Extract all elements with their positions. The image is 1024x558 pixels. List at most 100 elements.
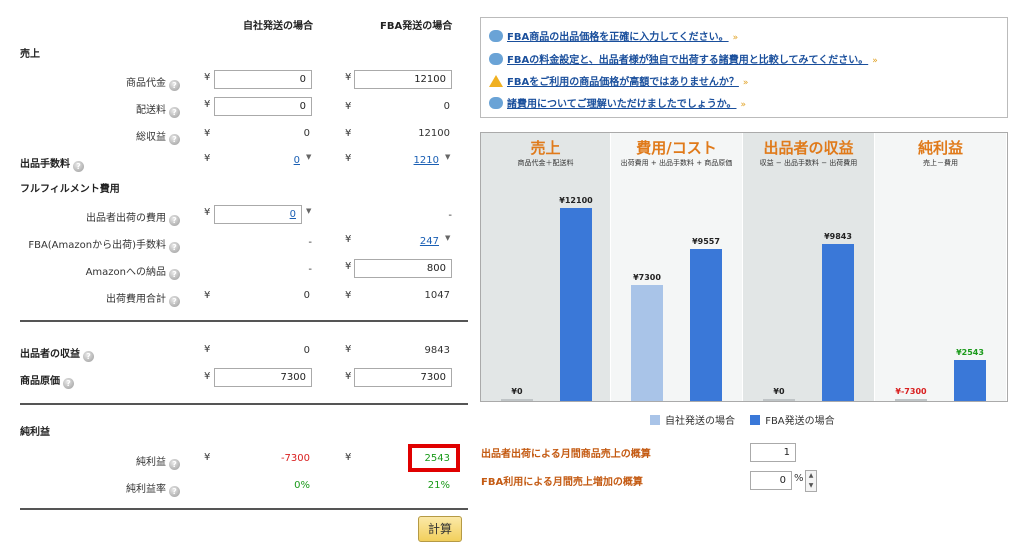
legend-self: 自社発送の場合 — [665, 416, 735, 427]
label-product-price: 商品代金? — [0, 74, 180, 91]
dropdown-arrow-icon[interactable]: ▼ — [306, 153, 311, 161]
stepper-down-icon[interactable]: ▼ — [806, 481, 816, 491]
net-profit-self-value: -7300 — [280, 453, 310, 464]
seller-shipping-cost-self-input[interactable]: 0 — [214, 205, 302, 224]
yen-sign: ¥ — [345, 234, 352, 245]
chevron-down-icon[interactable]: » — [743, 78, 749, 88]
divider — [20, 508, 468, 510]
label-fba-fee: FBA(Amazonから出荷)手数料? — [0, 236, 180, 253]
amazon-delivery-fba-input[interactable] — [354, 259, 452, 278]
help-icon[interactable]: ? — [83, 351, 94, 362]
dropdown-arrow-icon[interactable]: ▼ — [306, 207, 311, 215]
header-self: 自社発送の場合 — [243, 21, 313, 32]
shipping-fee-self-input[interactable] — [214, 97, 312, 116]
chart-panel-subtitle: 収益 − 出品手数料 − 出荷費用 — [759, 159, 858, 167]
help-icon[interactable]: ? — [169, 296, 180, 307]
net-margin-self-value: 0% — [294, 480, 310, 491]
yen-sign: ¥ — [204, 290, 211, 301]
fba-fee-self-value: - — [308, 237, 312, 248]
fba-fee-fba-link[interactable]: 247 — [380, 236, 439, 247]
chart-panel-subtitle: 出荷費用 + 出品手数料 + 商品原価 — [620, 159, 733, 167]
legend-swatch-fba — [750, 415, 761, 425]
chart-panel: 出品者の収益収益 − 出品手数料 − 出荷費用 ¥0 ¥9843 — [743, 133, 875, 401]
yen-sign: ¥ — [204, 99, 211, 110]
yen-sign: ¥ — [204, 153, 211, 164]
yen-sign: ¥ — [345, 290, 352, 301]
selling-fee-fba-link[interactable]: 1210 — [380, 155, 439, 166]
product-price-fba-input[interactable] — [354, 70, 452, 89]
help-icon[interactable]: ? — [73, 161, 84, 172]
tip-item[interactable]: 諸費用についてご理解いただけましたでしょうか。» — [489, 95, 746, 110]
shipping-total-fba-value: 1047 — [424, 290, 450, 301]
chart-bar-label: ¥0 — [773, 387, 785, 396]
speech-bubble-icon — [489, 53, 503, 65]
total-revenue-self-value: 0 — [303, 128, 310, 139]
chart-bar-fba — [954, 360, 986, 401]
dropdown-arrow-icon[interactable]: ▼ — [445, 153, 450, 161]
chevron-down-icon[interactable]: » — [733, 33, 739, 43]
tip-item[interactable]: FBAをご利用の商品価格が高額ではありませんか？» — [489, 73, 748, 88]
chart-bar-label: ¥7300 — [633, 272, 661, 282]
fba-increase-label: FBA利用による月間売上増加の概算 — [481, 477, 643, 488]
divider — [20, 320, 468, 322]
chevron-down-icon[interactable]: » — [872, 56, 878, 66]
chart-bar-label: ¥0 — [511, 387, 523, 396]
help-icon[interactable]: ? — [169, 107, 180, 118]
calculate-button[interactable]: 計算 — [418, 516, 462, 542]
percent-stepper[interactable]: ▲ ▼ — [805, 470, 817, 492]
speech-bubble-icon — [489, 30, 503, 42]
help-icon[interactable]: ? — [169, 80, 180, 91]
yen-sign: ¥ — [345, 371, 352, 382]
label-shipping-fee: 配送料? — [0, 101, 180, 118]
help-icon[interactable]: ? — [169, 134, 180, 145]
tip-item[interactable]: FBA商品の出品価格を正確に入力してください。» — [489, 28, 738, 43]
percent-sign: % — [794, 473, 804, 484]
help-icon[interactable]: ? — [169, 269, 180, 280]
chart-panel-subtitle: 商品代金＋配送料 — [517, 159, 574, 167]
chevron-down-icon[interactable]: » — [741, 100, 747, 110]
help-icon[interactable]: ? — [169, 486, 180, 497]
chart-bar-self — [501, 399, 533, 401]
product-price-self-input[interactable] — [214, 70, 312, 89]
monthly-sales-input[interactable] — [750, 443, 796, 462]
cost-of-goods-fba-input[interactable] — [354, 368, 452, 387]
label-selling-fee: 出品手数料? — [20, 155, 84, 172]
stepper-up-icon[interactable]: ▲ — [806, 471, 816, 481]
dropdown-arrow-icon[interactable]: ▼ — [445, 234, 450, 242]
chart-bar-self — [631, 284, 663, 401]
section-profit: 純利益 — [20, 427, 50, 438]
fba-increase-input[interactable] — [750, 471, 792, 490]
chart-legend: 自社発送の場合 FBA発送の場合 — [650, 412, 835, 427]
chart-panel: 費用/コスト出荷費用 + 出品手数料 + 商品原価 ¥7300 ¥9557 — [611, 133, 743, 401]
yen-sign: ¥ — [204, 128, 211, 139]
seller-proceeds-fba-value: 9843 — [424, 345, 450, 356]
tip-item[interactable]: FBAの料金設定と、出品者様が独自で出荷する諸費用と比較してみてください。» — [489, 51, 878, 66]
help-icon[interactable]: ? — [63, 378, 74, 389]
shipping-total-self-value: 0 — [303, 290, 310, 301]
yen-sign: ¥ — [345, 344, 352, 355]
chart-panel-title: 純利益 — [917, 139, 963, 157]
chart-bar-self — [895, 399, 927, 401]
warning-icon — [489, 75, 503, 87]
help-icon[interactable]: ? — [169, 459, 180, 470]
chart-bar-label: ¥2543 — [956, 348, 984, 358]
chart-bar-label: ¥9843 — [824, 232, 852, 241]
label-total-revenue: 総収益? — [0, 128, 180, 145]
seller-proceeds-self-value: 0 — [303, 345, 310, 356]
chart-panel-title: 売上 — [530, 139, 561, 157]
help-icon[interactable]: ? — [169, 242, 180, 253]
chart-panel-title: 出品者の収益 — [763, 139, 854, 157]
divider — [20, 403, 468, 405]
label-net-profit: 純利益? — [0, 453, 180, 470]
label-seller-proceeds: 出品者の収益? — [20, 345, 94, 362]
selling-fee-self-link[interactable]: 0 — [240, 155, 300, 166]
chart-bar-label: ¥9557 — [692, 236, 720, 246]
chart-panel-title: 費用/コスト — [636, 139, 717, 157]
chart-panel: 売上 商品代金＋配送料 ¥0 ¥12100 — [481, 133, 611, 401]
cost-of-goods-self-input[interactable] — [214, 368, 312, 387]
label-shipping-total: 出荷費用合計? — [0, 290, 180, 307]
label-net-margin: 純利益率? — [0, 480, 180, 497]
help-icon[interactable]: ? — [169, 215, 180, 226]
chart-bar-fba — [690, 248, 722, 401]
net-profit-fba-value: 2543 — [424, 453, 450, 464]
